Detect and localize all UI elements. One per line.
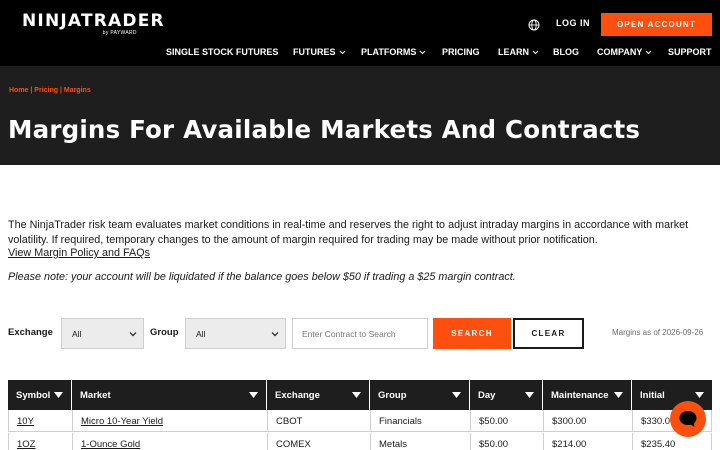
symbol-link[interactable]: 1OZ [17,439,35,450]
chevron-down-icon [339,50,345,55]
market-link[interactable]: 1-Ounce Gold [81,439,140,450]
cell-day: $50.00 [470,433,543,450]
hero-banner: Home | Pricing | Margins Margins For Ava… [0,66,720,165]
cell-group: Financials [370,410,470,432]
exchange-select-value: All [72,328,82,339]
exchange-select[interactable]: All [61,318,144,349]
breadcrumb[interactable]: Home | Pricing | Margins [9,87,91,94]
sort-down-icon [352,392,361,398]
liquidation-note: Please note: your account will be liquid… [8,271,516,283]
margins-as-of: Margins as of 2026-09-26 [612,328,704,337]
nav-label: FUTURES [293,47,336,57]
sort-down-icon [249,392,258,398]
nav-label: PLATFORMS [361,47,417,57]
column-header-label: Initial [640,389,665,401]
group-select-value: All [196,328,206,339]
search-button[interactable]: SEARCH [433,318,511,349]
nav-support[interactable]: SUPPORT [668,47,712,57]
symbol-link[interactable]: 10Y [17,416,34,427]
cell-market[interactable]: 1-Ounce Gold [72,433,267,450]
search-placeholder: Enter Contract to Search [302,328,396,339]
cell-symbol[interactable]: 10Y [8,410,72,432]
margin-policy-link[interactable]: View Margin Policy and FAQs [8,247,150,259]
nav-company[interactable]: COMPANY [597,47,652,57]
sort-down-icon [695,392,704,398]
nav-platforms[interactable]: PLATFORMS [361,47,426,57]
contract-search-input[interactable]: Enter Contract to Search [292,318,428,349]
sort-down-icon [452,392,461,398]
nav-label: BLOG [553,47,579,57]
table-row: 1OZ 1-Ounce Gold COMEX Metals $50.00 $21… [8,433,712,450]
chat-button[interactable] [670,401,706,437]
intro-paragraph: The NinjaTrader risk team evaluates mark… [8,219,689,246]
cell-symbol[interactable]: 1OZ [8,433,72,450]
nav-label: PRICING [442,47,480,57]
table-row: 10Y Micro 10-Year Yield CBOT Financials … [8,410,712,432]
logo-subtitle: by PAYWARD [102,30,137,36]
column-header-label: Market [80,389,111,401]
group-select[interactable]: All [185,318,286,349]
nav-pricing[interactable]: PRICING [442,47,480,57]
column-header-maintenance[interactable]: Maintenance [543,380,632,410]
site-header: NINJATRADER by PAYWARD LOG IN OPEN ACCOU… [0,0,720,66]
chevron-down-icon [645,50,652,55]
table-header: Symbol Market Exchange Group Day Mainten… [8,380,712,410]
cell-maintenance: $300.00 [543,410,632,432]
nav-label: SUPPORT [668,47,712,57]
nav-label: COMPANY [597,47,643,57]
nav-learn[interactable]: LEARN [498,47,539,57]
column-header-symbol[interactable]: Symbol [8,380,72,410]
column-header-group[interactable]: Group [370,380,470,410]
globe-icon[interactable] [528,19,540,31]
ninjatrader-logo[interactable]: NINJATRADER by PAYWARD [22,11,165,36]
exchange-label: Exchange [8,327,53,338]
sort-down-icon [614,392,623,398]
nav-futures[interactable]: FUTURES [293,47,346,57]
column-header-label: Symbol [16,389,51,401]
cell-group: Metals [370,433,470,450]
cell-initial: $235.40 [632,433,712,450]
sort-down-icon [525,392,534,398]
nav-label: LEARN [498,47,529,57]
open-account-button[interactable]: OPEN ACCOUNT [601,13,712,36]
chevron-down-icon [129,332,137,337]
login-link[interactable]: LOG IN [556,18,590,28]
cell-exchange: CBOT [267,410,370,432]
nav-single-stock-futures[interactable]: SINGLE STOCK FUTURES [166,47,278,57]
column-header-label: Exchange [275,389,320,401]
chevron-down-icon [532,50,539,55]
column-header-exchange[interactable]: Exchange [267,380,370,410]
clear-button[interactable]: CLEAR [513,318,584,349]
page-title: Margins For Available Markets And Contra… [8,115,641,144]
cell-exchange: COMEX [267,433,370,450]
nav-blog[interactable]: BLOG [553,47,579,57]
sort-down-icon [54,392,63,398]
chevron-down-icon [271,332,279,337]
cell-maintenance: $214.00 [543,433,632,450]
cell-day: $50.00 [470,410,543,432]
logo-wordmark: NINJATRADER [22,11,165,31]
group-label: Group [150,327,179,338]
cell-market[interactable]: Micro 10-Year Yield [72,410,267,432]
column-header-label: Group [378,389,407,401]
chat-bubble-icon [679,411,697,427]
column-header-day[interactable]: Day [470,380,543,410]
market-link[interactable]: Micro 10-Year Yield [81,416,163,427]
column-header-label: Maintenance [551,389,609,401]
column-header-label: Day [478,389,496,401]
nav-label: SINGLE STOCK FUTURES [166,47,279,57]
column-header-market[interactable]: Market [72,380,267,410]
chevron-down-icon [419,50,426,55]
